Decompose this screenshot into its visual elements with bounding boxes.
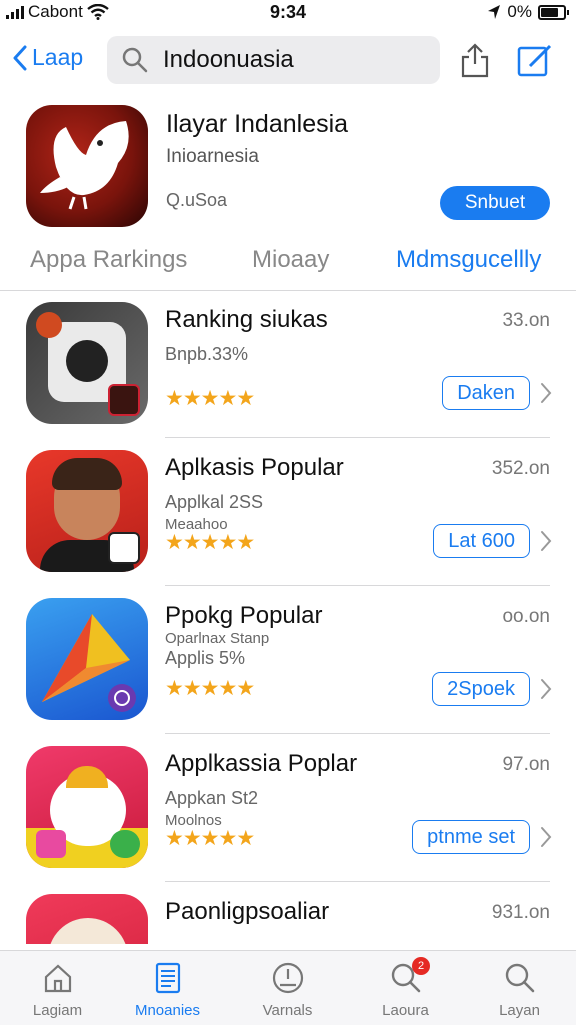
app-action-button[interactable]: Daken <box>442 376 530 410</box>
featured-app-title: Ilayar Indanlesia <box>166 110 349 138</box>
rating-stars: ★★★★★ <box>165 386 255 411</box>
star-icon: ★ <box>218 531 237 554</box>
app-title: Ppokg Popular <box>165 602 323 629</box>
star-icon: ★ <box>218 387 237 410</box>
featured-app-icon[interactable] <box>26 105 148 227</box>
document-icon <box>155 962 180 994</box>
star-icon: ★ <box>236 677 255 700</box>
app-icon[interactable] <box>26 746 148 868</box>
tabbar-item-varnals[interactable]: Varnals <box>230 951 345 1025</box>
star-icon: ★ <box>218 827 237 850</box>
featured-get-button[interactable]: Snbuet <box>440 186 550 220</box>
compose-icon[interactable] <box>516 42 554 78</box>
bottom-tab-bar: Lagiam Mnoanies Varnals 2 Laoura Layan <box>0 950 576 1025</box>
star-icon: ★ <box>182 677 202 700</box>
tabbar-item-laoura[interactable]: 2 Laoura <box>348 951 463 1025</box>
app-subtitle: Bnpb.33% <box>165 344 249 364</box>
chevron-right-icon[interactable] <box>540 382 552 404</box>
tab-app-rankings[interactable]: Appa Rarkings <box>30 246 187 274</box>
app-subtitle: Applis 5% <box>165 648 246 668</box>
app-action-button[interactable]: 2Spoek <box>432 672 530 706</box>
share-icon[interactable] <box>458 42 492 78</box>
star-icon: ★ <box>236 531 255 554</box>
tabbar-item-mnoanies[interactable]: Mnoanies <box>110 951 225 1025</box>
status-right: 0% <box>487 2 569 22</box>
featured-app-subtitle: Inioarnesia <box>166 146 259 167</box>
rating-stars: ★★★★★ <box>165 676 255 701</box>
status-bar: Cabont 9:34 0% <box>0 0 576 28</box>
tab-mioaay[interactable]: Mioaay <box>252 246 329 274</box>
search-bar[interactable] <box>107 36 440 84</box>
app-developer: Oparlnax Stanp <box>165 630 270 647</box>
search-icon <box>122 47 148 73</box>
star-icon: ★ <box>165 677 184 700</box>
app-action-button[interactable]: Lat 600 <box>433 524 530 558</box>
star-icon: ★ <box>200 827 220 850</box>
app-title: Paonligpsoaliar <box>165 898 330 925</box>
star-icon: ★ <box>165 531 184 554</box>
tabbar-label: Layan <box>499 1002 540 1019</box>
app-subtitle: Appkan St2 <box>165 788 259 808</box>
home-icon <box>44 964 71 993</box>
tabbar-label: Mnoanies <box>134 1002 201 1019</box>
tabbar-label: Varnals <box>262 1002 313 1019</box>
app-title: Applkassia Poplar <box>165 750 358 777</box>
back-label: Laap <box>32 44 84 70</box>
app-size: oo.on <box>502 606 550 627</box>
back-button[interactable]: Laap <box>12 44 83 71</box>
app-row-paonligpsoaliar[interactable]: Paonligpsoaliar 931.on <box>0 882 576 944</box>
tabbar-label: Lagiam <box>32 1002 83 1019</box>
star-icon: ★ <box>200 531 220 554</box>
app-action-button[interactable]: ptnme set <box>412 820 530 854</box>
featured-app-meta: Q.uSoa <box>166 190 228 210</box>
star-icon: ★ <box>182 827 202 850</box>
app-size: 97.on <box>502 754 550 775</box>
rating-stars: ★★★★★ <box>165 826 255 851</box>
battery-icon <box>538 4 569 20</box>
app-size: 33.on <box>502 310 550 331</box>
app-row-ppokg-popular[interactable]: Ppokg Popular Oparlnax Stanp Applis 5% ★★★★… <box>0 586 576 734</box>
search-icon <box>505 963 534 993</box>
tabbar-item-lagiam[interactable]: Lagiam <box>0 951 115 1025</box>
star-icon: ★ <box>236 827 255 850</box>
tabbar-item-layan[interactable]: Layan <box>462 951 576 1025</box>
star-icon: ★ <box>200 387 220 410</box>
nav-bar: Laap <box>0 34 576 86</box>
app-subtitle: Applkal 2SS <box>165 492 264 512</box>
notification-badge: 2 <box>412 957 430 975</box>
app-icon[interactable] <box>26 894 148 944</box>
app-row-ranking-siukas[interactable]: Ranking siukas Bnpb.33% ★★★★★ 33.on Daken <box>0 290 576 438</box>
app-title: Ranking siukas <box>165 306 328 333</box>
rating-stars: ★★★★★ <box>165 530 255 555</box>
clock-icon <box>272 962 303 994</box>
chevron-left-icon <box>13 45 27 70</box>
star-icon: ★ <box>218 677 237 700</box>
star-icon: ★ <box>200 677 220 700</box>
ranking-tabs: Appa Rarkings Mioaay Mdmsgucellly <box>0 236 576 291</box>
app-size: 352.on <box>491 458 550 479</box>
chevron-right-icon[interactable] <box>540 678 552 700</box>
tab-mdmsgucellly[interactable]: Mdmsgucellly <box>396 246 541 274</box>
chevron-right-icon[interactable] <box>540 826 552 848</box>
star-icon: ★ <box>182 387 202 410</box>
tabbar-label: Laoura <box>382 1002 429 1019</box>
star-icon: ★ <box>182 531 202 554</box>
chevron-right-icon[interactable] <box>540 530 552 552</box>
star-icon: ★ <box>165 387 184 410</box>
app-row-applkassia-poplar[interactable]: Applkassia Poplar Appkan St2 Moolnos ★★★★★ 9… <box>0 734 576 882</box>
app-row-aplkasis-popular[interactable]: Aplkasis Popular Applkal 2SS Meaahoo ★★★★★ 3… <box>0 438 576 586</box>
app-size: 931.on <box>491 902 550 923</box>
star-icon: ★ <box>165 827 184 850</box>
search-input[interactable] <box>161 45 425 75</box>
location-icon <box>488 5 501 19</box>
app-title: Aplkasis Popular <box>165 454 344 481</box>
bird-logo-icon <box>40 121 129 210</box>
star-icon: ★ <box>236 387 255 410</box>
battery-percent: 0% <box>507 2 532 21</box>
app-icon[interactable] <box>26 302 148 424</box>
app-icon[interactable] <box>26 450 148 572</box>
app-icon[interactable] <box>26 598 148 720</box>
